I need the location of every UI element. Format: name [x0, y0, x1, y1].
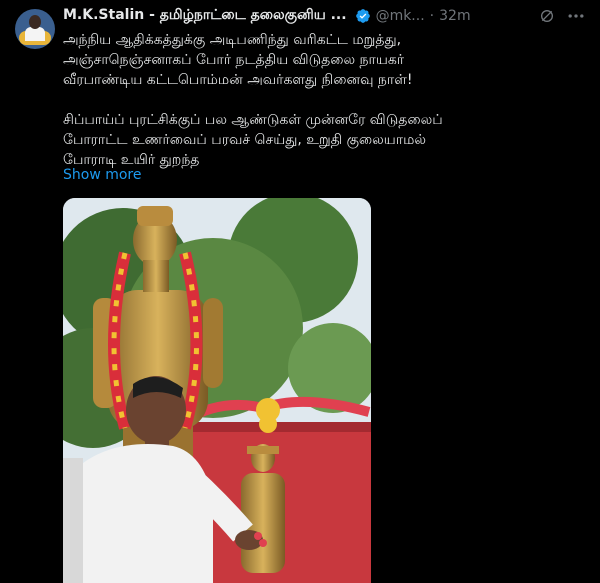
verified-badge-icon: [355, 9, 370, 23]
tweet-line: அந்நிய ஆதிக்கத்துக்கு அடிபணிந்து வரிகட்ட…: [63, 32, 402, 48]
tweet-line: வீரபாண்டிய கட்டபொம்மன் அவர்களது நினைவு ந…: [63, 72, 413, 88]
tweet-line: போராட்ட உணர்வைப் பரவச் செய்து, உறுதி குல…: [63, 132, 427, 148]
author-name[interactable]: M.K.Stalin - தமிழ்நாட்டை தலைகுனிய ...: [63, 7, 347, 25]
grok-icon[interactable]: [539, 8, 555, 24]
post-time[interactable]: 32m: [439, 8, 470, 24]
tweet-line: சிப்பாய்ப் புரட்சிக்குப் பல ஆண்டுகள் முன…: [63, 112, 443, 128]
statue-tribute-photo: [63, 198, 371, 583]
header-separator: ·: [429, 8, 435, 24]
author-handle[interactable]: @mk...: [376, 8, 425, 24]
avatar-figure-body: [25, 27, 45, 41]
avatar-figure-head: [29, 15, 41, 29]
tweet-header: M.K.Stalin - தமிழ்நாட்டை தலைகுனிய ... @m…: [63, 6, 583, 26]
avatar[interactable]: [15, 9, 55, 49]
tweet-card[interactable]: M.K.Stalin - தமிழ்நாட்டை தலைகுனிய ... @m…: [0, 0, 600, 583]
tweet-line: போராடி உயிர் துறந்த: [63, 152, 200, 168]
tweet-photo[interactable]: [63, 198, 371, 583]
show-more-link[interactable]: Show more: [63, 167, 142, 183]
tweet-line: அஞ்சாநெஞ்சனாகப் போர் நடத்திய விடுதலை நாய…: [63, 52, 405, 68]
tweet-text: அந்நிய ஆதிக்கத்துக்கு அடிபணிந்து வரிகட்ட…: [63, 30, 588, 170]
more-options-icon[interactable]: [566, 8, 586, 24]
